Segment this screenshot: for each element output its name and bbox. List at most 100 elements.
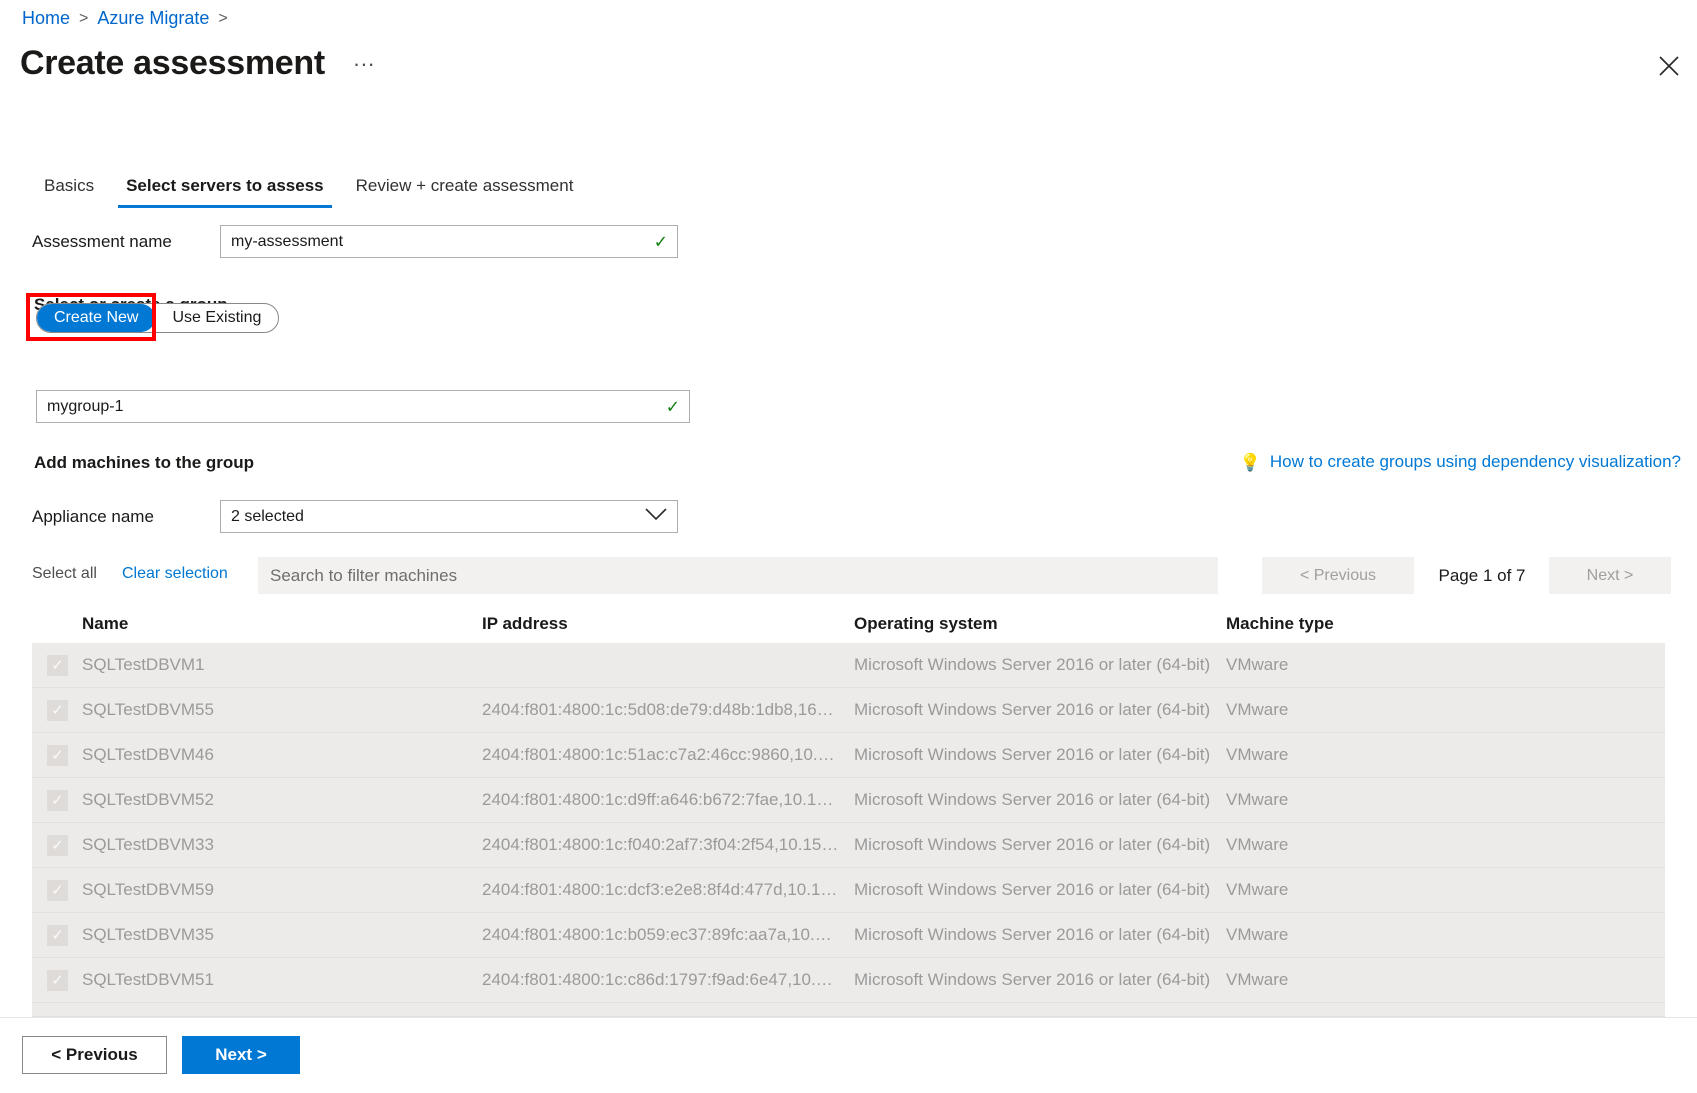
- dependency-visualization-link[interactable]: 💡 How to create groups using dependency …: [1240, 452, 1681, 472]
- pagination-previous-button[interactable]: < Previous: [1262, 557, 1414, 594]
- more-options-button[interactable]: ···: [349, 53, 379, 75]
- lightbulb-icon: 💡: [1240, 454, 1261, 471]
- machines-table: Name IP address Operating system Machine…: [32, 605, 1665, 1017]
- row-checkbox-cell[interactable]: ✓: [32, 835, 82, 856]
- row-checkbox[interactable]: ✓: [47, 790, 68, 811]
- search-input[interactable]: [258, 557, 1218, 594]
- group-name-valid-icon: ✓: [666, 398, 680, 415]
- column-header-operating-system[interactable]: Operating system: [854, 614, 1226, 634]
- row-checkbox-cell[interactable]: ✓: [32, 925, 82, 946]
- select-all-link[interactable]: Select all: [32, 565, 97, 583]
- row-checkbox[interactable]: ✓: [47, 655, 68, 676]
- row-checkbox-cell[interactable]: ✓: [32, 655, 82, 676]
- breadcrumb-item-home[interactable]: Home: [22, 8, 70, 29]
- close-icon[interactable]: [1649, 46, 1689, 86]
- search-input-wrap: [258, 557, 1218, 594]
- assessment-name-row: Assessment name ✓: [32, 225, 678, 258]
- dependency-visualization-link-label: How to create groups using dependency vi…: [1270, 452, 1681, 472]
- row-checkbox-cell[interactable]: ✓: [32, 880, 82, 901]
- row-checkbox[interactable]: ✓: [47, 700, 68, 721]
- appliance-name-row: Appliance name: [32, 500, 678, 533]
- cell-operating-system: Microsoft Windows Server 2016 or later (…: [854, 835, 1226, 855]
- column-header-machine-type[interactable]: Machine type: [1226, 614, 1526, 634]
- assessment-name-label: Assessment name: [32, 232, 220, 252]
- row-checkbox-cell[interactable]: ✓: [32, 970, 82, 991]
- title-row: Create assessment ···: [20, 44, 379, 83]
- group-mode-toggle: Create New Use Existing: [36, 303, 279, 333]
- cell-operating-system: Microsoft Windows Server 2016 or later (…: [854, 790, 1226, 810]
- cell-name: SQLTestDBVM33: [82, 835, 482, 855]
- cell-name: SQLTestDBVM35: [82, 925, 482, 945]
- cell-name: SQLTestDBVM59: [82, 880, 482, 900]
- cell-machine-type: VMware: [1226, 745, 1526, 765]
- column-header-name[interactable]: Name: [82, 614, 482, 634]
- tab-bar: Basics Select servers to assess Review +…: [28, 172, 589, 208]
- wizard-footer: < Previous Next >: [0, 1017, 1697, 1093]
- cell-ip-address: 2404:f801:4800:1c:d9ff:a646:b672:7fae,10…: [482, 790, 854, 810]
- row-checkbox[interactable]: ✓: [47, 925, 68, 946]
- row-checkbox-cell[interactable]: ✓: [32, 790, 82, 811]
- cell-operating-system: Microsoft Windows Server 2016 or later (…: [854, 700, 1226, 720]
- cell-ip-address: 2404:f801:4800:1c:dcf3:e2e8:8f4d:477d,10…: [482, 880, 854, 900]
- cell-machine-type: VMware: [1226, 700, 1526, 720]
- appliance-name-select-value[interactable]: [221, 501, 677, 532]
- breadcrumb-item-azure-migrate[interactable]: Azure Migrate: [97, 8, 209, 29]
- previous-button[interactable]: < Previous: [22, 1036, 167, 1074]
- pagination-page-label: Page 1 of 7: [1424, 557, 1540, 594]
- table-row[interactable]: ✓ SQLTestDBVM512404:f801:4800:1c:c86d:179…: [32, 958, 1665, 1003]
- cell-ip-address: 2404:f801:4800:1c:c86d:1797:f9ad:6e47,10…: [482, 970, 854, 990]
- row-checkbox[interactable]: ✓: [47, 970, 68, 991]
- table-header-row: Name IP address Operating system Machine…: [32, 605, 1665, 643]
- column-header-ip-address[interactable]: IP address: [482, 614, 854, 634]
- table-row[interactable]: ✓ SQLTestDBVM522404:f801:4800:1c:d9ff:a64…: [32, 778, 1665, 823]
- assessment-name-field-wrap: ✓: [220, 225, 678, 258]
- cell-machine-type: VMware: [1226, 925, 1526, 945]
- next-button[interactable]: Next >: [182, 1036, 300, 1074]
- pagination-next-button[interactable]: Next >: [1549, 557, 1671, 594]
- assessment-name-valid-icon: ✓: [654, 233, 668, 250]
- cell-operating-system: Microsoft Windows Server 2016 or later (…: [854, 655, 1226, 675]
- table-row-partial: [32, 1003, 1665, 1017]
- cell-machine-type: VMware: [1226, 970, 1526, 990]
- cell-ip-address: 2404:f801:4800:1c:51ac:c7a2:46cc:9860,10…: [482, 745, 854, 765]
- group-mode-pill-group: Create New Use Existing: [36, 303, 279, 333]
- cell-operating-system: Microsoft Windows Server 2016 or later (…: [854, 880, 1226, 900]
- table-body: ✓SQLTestDBVM1Microsoft Windows Server 20…: [32, 643, 1665, 1003]
- table-row[interactable]: ✓SQLTestDBVM352404:f801:4800:1c:b059:ec3…: [32, 913, 1665, 958]
- group-name-input[interactable]: [37, 391, 689, 422]
- table-row[interactable]: ✓SQLTestDBVM1Microsoft Windows Server 20…: [32, 643, 1665, 688]
- cell-machine-type: VMware: [1226, 655, 1526, 675]
- breadcrumb-separator-icon: >: [79, 10, 88, 28]
- cell-machine-type: VMware: [1226, 835, 1526, 855]
- clear-selection-link[interactable]: Clear selection: [122, 565, 228, 583]
- add-machines-heading: Add machines to the group: [34, 453, 254, 473]
- tab-review-create-assessment[interactable]: Review + create assessment: [340, 172, 590, 208]
- create-new-button[interactable]: Create New: [37, 304, 155, 332]
- cell-name: SQLTestDBVM51: [82, 970, 482, 990]
- cell-operating-system: Microsoft Windows Server 2016 or later (…: [854, 745, 1226, 765]
- cell-ip-address: 2404:f801:4800:1c:5d08:de79:d48b:1db8,16…: [482, 700, 854, 720]
- use-existing-button[interactable]: Use Existing: [155, 304, 278, 332]
- cell-name: SQLTestDBVM52: [82, 790, 482, 810]
- row-checkbox-cell[interactable]: ✓: [32, 700, 82, 721]
- cell-name: SQLTestDBVM55: [82, 700, 482, 720]
- breadcrumb: Home > Azure Migrate >: [22, 8, 228, 29]
- table-row[interactable]: ✓ SQLTestDBVM552404:f801:4800:1c:5d08:de7…: [32, 688, 1665, 733]
- table-row[interactable]: ✓ SQLTestDBVM462404:f801:4800:1c:51ac:c7a…: [32, 733, 1665, 778]
- row-checkbox-cell[interactable]: ✓: [32, 745, 82, 766]
- breadcrumb-separator-icon-2: >: [218, 10, 227, 28]
- appliance-name-select-wrap[interactable]: [220, 500, 678, 533]
- cell-name: SQLTestDBVM46: [82, 745, 482, 765]
- group-name-field-wrap: ✓: [36, 390, 690, 423]
- row-checkbox[interactable]: ✓: [47, 880, 68, 901]
- tab-basics[interactable]: Basics: [28, 172, 110, 208]
- table-row[interactable]: ✓SQLTestDBVM332404:f801:4800:1c:f040:2af…: [32, 823, 1665, 868]
- assessment-name-input[interactable]: [221, 226, 677, 257]
- appliance-name-label: Appliance name: [32, 507, 220, 527]
- tab-select-servers-to-assess[interactable]: Select servers to assess: [110, 172, 340, 208]
- cell-machine-type: VMware: [1226, 880, 1526, 900]
- row-checkbox[interactable]: ✓: [47, 835, 68, 856]
- machines-toolbar: Select all Clear selection < Previous Pa…: [0, 555, 1697, 597]
- table-row[interactable]: ✓ SQLTestDBVM592404:f801:4800:1c:dcf3:e2e…: [32, 868, 1665, 913]
- row-checkbox[interactable]: ✓: [47, 745, 68, 766]
